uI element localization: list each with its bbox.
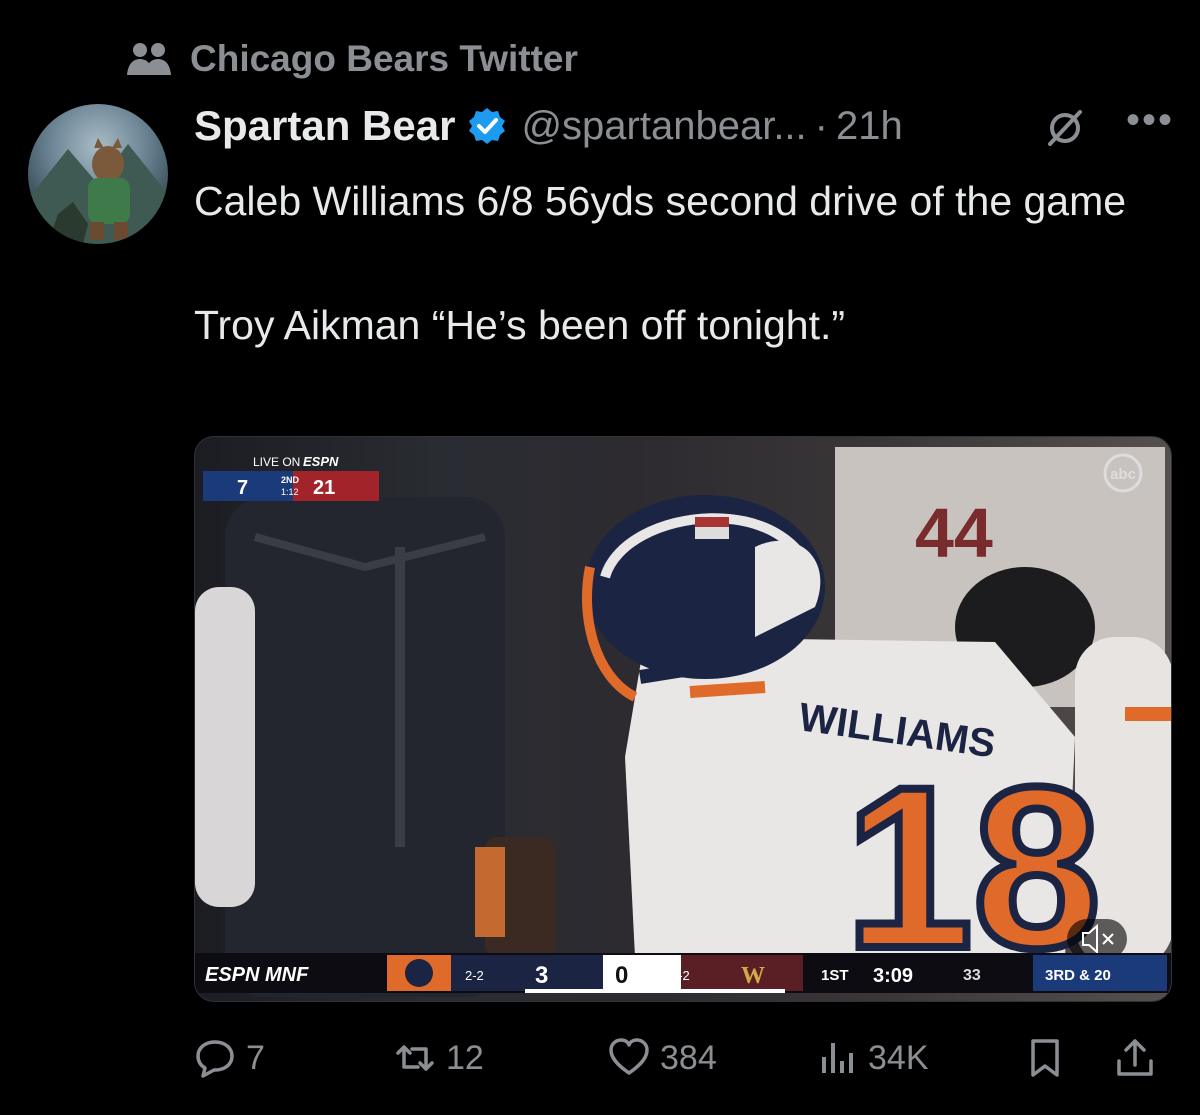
heart-icon: [609, 1038, 649, 1075]
bookmark-button[interactable]: [1024, 1030, 1066, 1086]
separator-dot: ·: [814, 103, 828, 148]
author-handle[interactable]: @spartanbear...: [521, 104, 806, 149]
action-bar: 7 12 384 34K: [194, 1030, 1184, 1086]
reply-button[interactable]: 7: [194, 1030, 265, 1086]
avatar[interactable]: [28, 104, 168, 244]
views-count: 34K: [868, 1038, 929, 1077]
team2-score: 0: [615, 962, 628, 989]
views-button[interactable]: 34K: [816, 1030, 929, 1086]
team2-record: 3-2: [671, 968, 690, 983]
video-player[interactable]: 44 WILLIAMS 18 LIVE ON ESPN 7 2ND 1:12 2…: [194, 436, 1172, 1002]
svg-text:W: W: [741, 963, 765, 989]
people-icon: [127, 43, 171, 75]
top-bug-quarter: 2ND: [281, 475, 300, 485]
live-on-label: LIVE ON: [253, 455, 300, 469]
team1-record: 2-2: [465, 968, 484, 983]
repost-count: 12: [446, 1038, 484, 1077]
share-icon: [1117, 1039, 1153, 1076]
more-options-icon[interactable]: •••: [1126, 98, 1174, 143]
timestamp[interactable]: 21h: [836, 104, 903, 149]
repost-button[interactable]: 12: [394, 1030, 484, 1086]
bookmark-icon: [1031, 1039, 1059, 1077]
views-icon: [822, 1043, 853, 1073]
down-distance: 3RD & 20: [1045, 967, 1111, 984]
play-clock: 33: [963, 967, 981, 984]
reply-count: 7: [246, 1038, 265, 1077]
author-name[interactable]: Spartan Bear: [194, 102, 455, 150]
video-frame: 44 WILLIAMS 18 LIVE ON ESPN 7 2ND 1:12 2…: [195, 447, 1171, 1000]
top-bug-network: ESPN: [303, 454, 339, 469]
community-header[interactable]: Chicago Bears Twitter: [126, 38, 578, 80]
tweet-text: Caleb Williams 6/8 56yds second drive of…: [194, 178, 1127, 348]
like-button[interactable]: 384: [608, 1030, 717, 1086]
scorebar-clock: 3:09: [873, 965, 913, 987]
top-bug-clock: 1:12: [281, 487, 299, 497]
grok-icon[interactable]: [1044, 106, 1086, 148]
scorebar-brand: ESPN MNF: [205, 964, 309, 986]
share-button[interactable]: [1114, 1030, 1156, 1086]
scorebar-quarter: 1ST: [821, 967, 849, 984]
away-score: 7: [237, 477, 248, 499]
repost-icon: [396, 1045, 434, 1071]
team1-score: 3: [535, 962, 548, 989]
community-label: Chicago Bears Twitter: [190, 38, 578, 79]
avatar-illustration: [28, 138, 168, 244]
home-score: 21: [313, 477, 335, 499]
reply-icon: [196, 1040, 234, 1078]
like-count: 384: [660, 1038, 717, 1077]
verified-badge-icon: [469, 108, 506, 144]
abc-logo: abc: [1110, 466, 1136, 483]
svg-text:44: 44: [915, 494, 993, 572]
tweet-header: Spartan Bear @spartanbear... · 21h •••: [194, 96, 1184, 156]
